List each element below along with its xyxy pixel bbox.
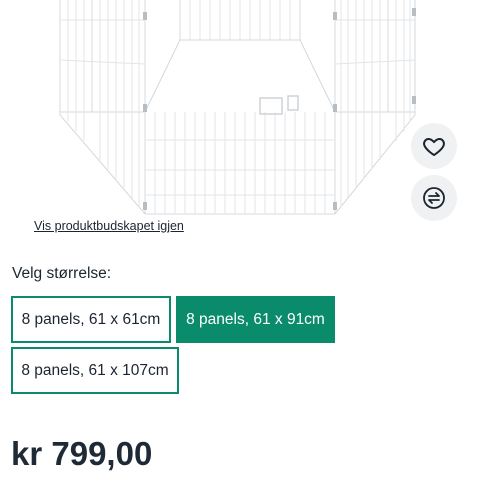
size-option-61x107[interactable]: 8 panels, 61 x 107cm bbox=[11, 347, 179, 394]
show-product-message-link[interactable]: Vis produktbudskapet igjen bbox=[34, 219, 184, 233]
compare-arrows-icon bbox=[423, 187, 445, 209]
wishlist-button[interactable] bbox=[411, 123, 457, 169]
size-option-61x91[interactable]: 8 panels, 61 x 91cm bbox=[176, 296, 335, 343]
heart-icon bbox=[423, 138, 445, 156]
playpen-illustration bbox=[59, 0, 416, 215]
size-label: Velg størrelse: bbox=[12, 265, 112, 282]
size-option-61x61[interactable]: 8 panels, 61 x 61cm bbox=[11, 296, 171, 343]
product-image bbox=[0, 0, 480, 220]
compare-button[interactable] bbox=[411, 175, 457, 221]
price: kr 799,00 bbox=[11, 435, 153, 472]
